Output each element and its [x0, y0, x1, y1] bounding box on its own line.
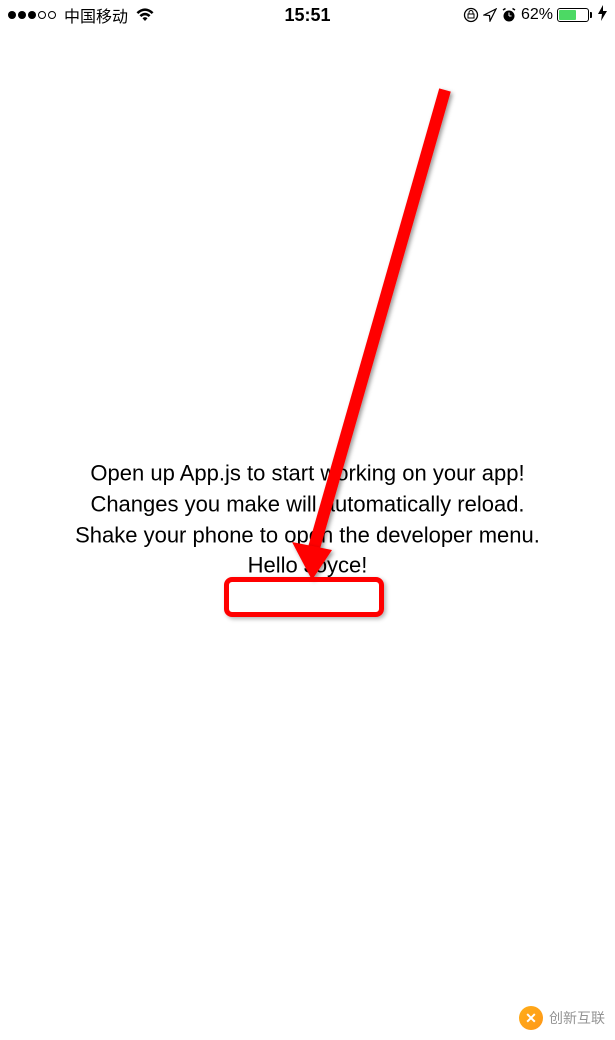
signal-strength-icon — [8, 11, 56, 19]
alarm-icon — [501, 7, 517, 23]
annotation-highlight-box — [224, 577, 384, 617]
carrier-label: 中国移动 — [64, 3, 128, 27]
instruction-line-1: Open up App.js to start working on your … — [20, 458, 595, 489]
status-bar: 中国移动 15:51 — [0, 0, 615, 30]
watermark-text: 创新互联 — [549, 1008, 605, 1028]
app-content: Open up App.js to start working on your … — [0, 458, 615, 581]
battery-icon — [557, 8, 592, 22]
battery-percent-label: 62% — [521, 6, 553, 24]
status-time: 15:51 — [284, 5, 330, 26]
status-left-group: 中国移动 — [8, 3, 154, 27]
orientation-lock-icon — [463, 7, 479, 23]
watermark: ✕ 创新互联 — [519, 1006, 605, 1030]
charging-icon — [598, 5, 607, 26]
location-icon — [483, 8, 497, 22]
status-right-group: 62% — [463, 5, 607, 26]
instruction-line-3: Shake your phone to open the developer m… — [20, 520, 595, 551]
watermark-logo-icon: ✕ — [519, 1006, 543, 1030]
greeting-text: Hello Joyce! — [20, 551, 595, 582]
wifi-icon — [136, 8, 154, 22]
instruction-line-2: Changes you make will automatically relo… — [20, 489, 595, 520]
